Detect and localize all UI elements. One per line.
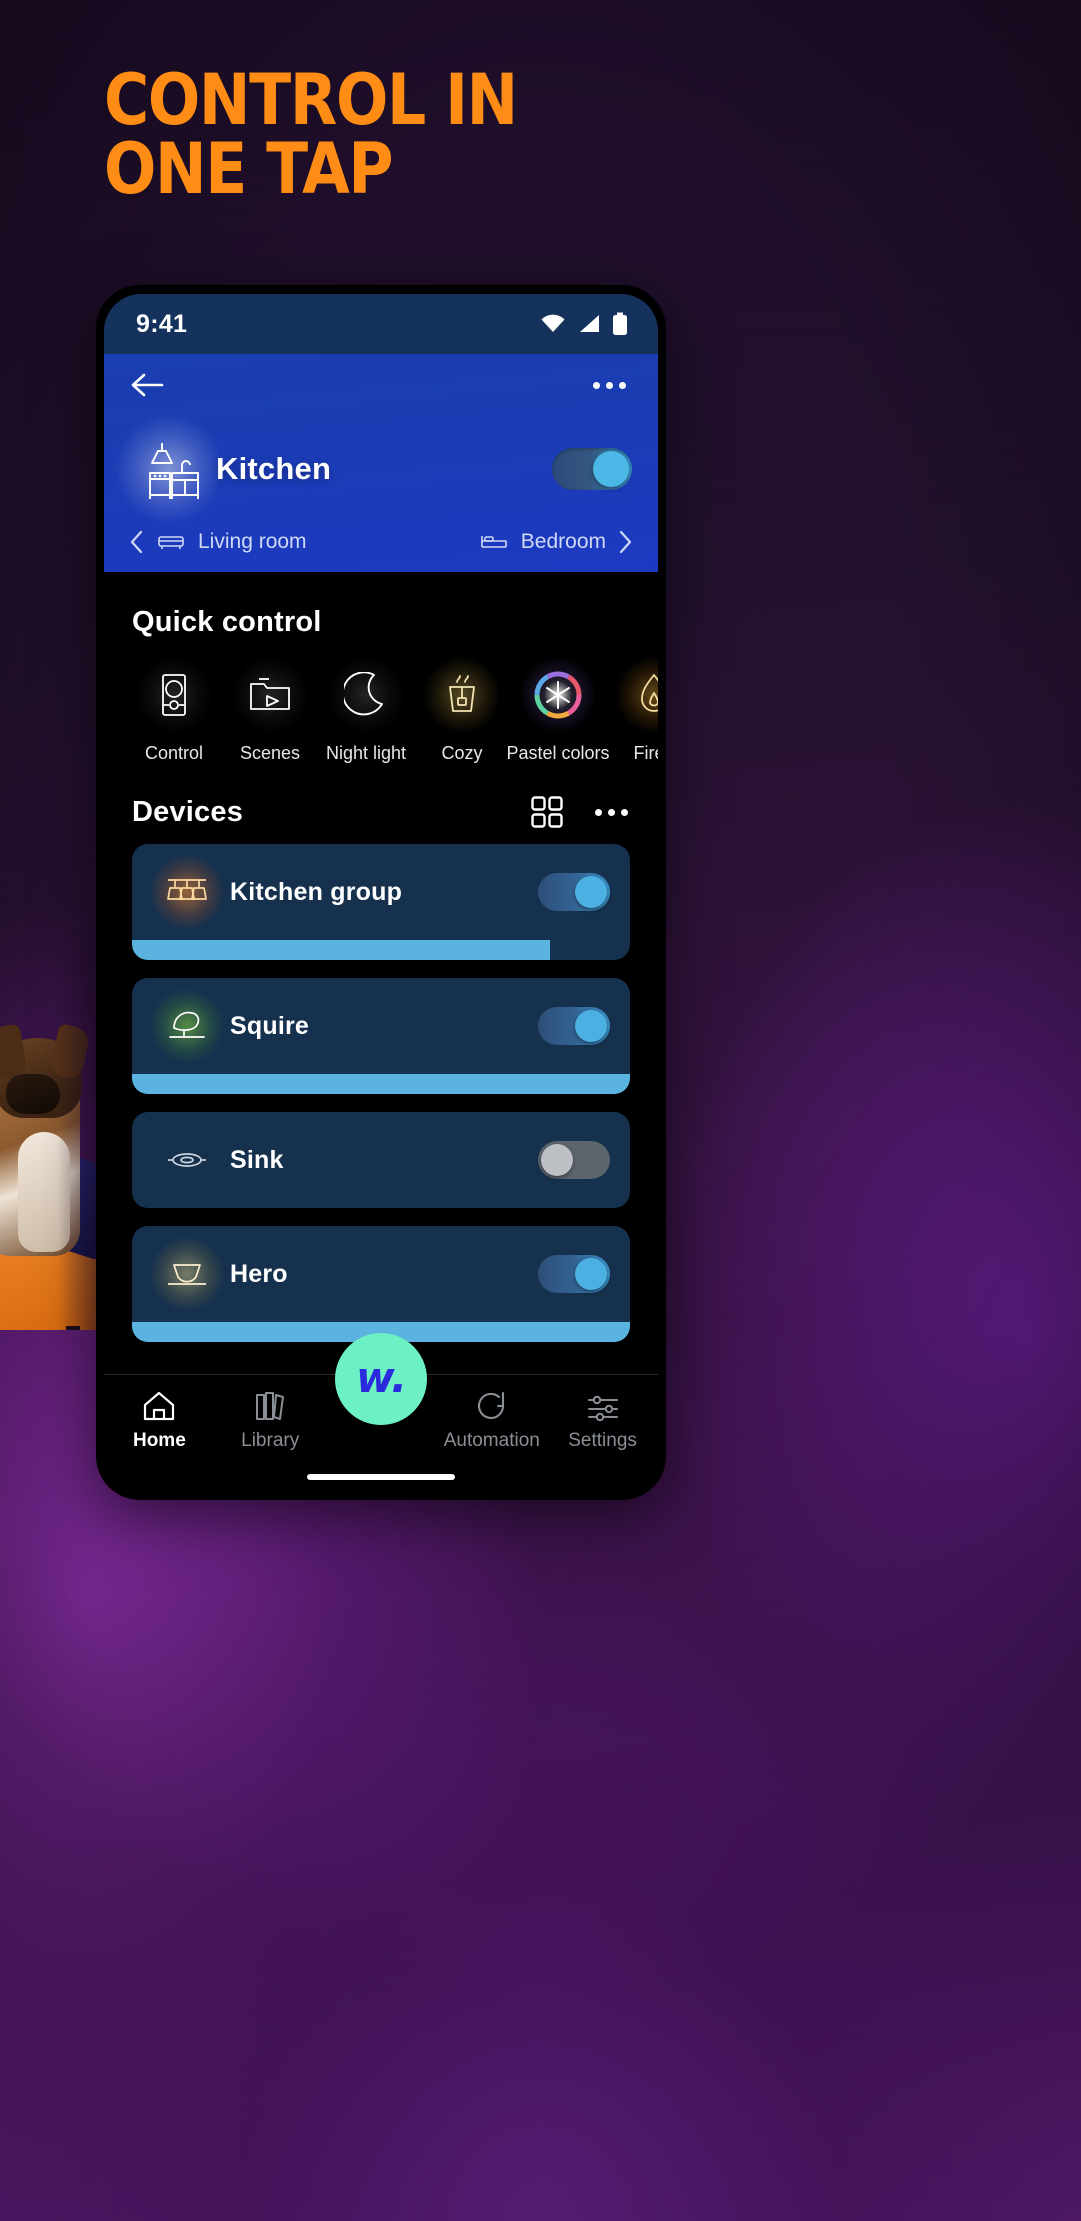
previous-room-label: Living room — [198, 530, 307, 553]
nav-label: Home — [132, 1430, 186, 1451]
quick-item-control[interactable]: Control — [126, 657, 222, 764]
ceiling-light-icon — [150, 1123, 224, 1197]
device-row: Sink — [132, 1112, 630, 1208]
device-row: Hero — [132, 1226, 630, 1322]
kitchen-icon — [114, 414, 224, 524]
wifi-icon — [541, 314, 565, 332]
status-bar-clock: 9:41 — [136, 309, 188, 338]
quick-item-cozy[interactable]: Cozy — [414, 657, 510, 764]
fireplace-icon — [616, 657, 658, 733]
home-indicator — [307, 1474, 455, 1480]
quick-control-list[interactable]: Control Scenes Night light Cozy Pastel c… — [104, 639, 658, 764]
assistant-fab-button[interactable]: w. — [335, 1333, 427, 1425]
toggle-knob — [541, 1144, 573, 1176]
sofa-icon — [158, 536, 184, 549]
quick-item-label: Pastel colors — [506, 743, 610, 763]
device-name: Hero — [230, 1259, 288, 1288]
quick-item-label: Cozy — [441, 743, 483, 763]
device-card-squire[interactable]: Squire — [132, 978, 630, 1094]
devices-title: Devices — [132, 795, 244, 828]
nav-label: Settings — [568, 1430, 637, 1451]
bed-icon — [480, 536, 507, 548]
device-name: Squire — [230, 1011, 309, 1040]
toggle-knob — [575, 876, 607, 908]
device-name: Sink — [230, 1145, 284, 1174]
phone-screen: 9:41 Kitchen Living room Bedroom Quick c… — [104, 294, 658, 1492]
quick-item-pastel-colors[interactable]: Pastel colors — [506, 657, 610, 764]
bottom-navigation: Home Library w. Automation Settings — [104, 1333, 658, 1492]
pendant-lights-icon — [150, 855, 224, 929]
device-row: Kitchen group — [132, 844, 630, 940]
devices-header: Devices — [104, 764, 658, 830]
moon-icon — [328, 657, 404, 733]
scenes-folder-play-icon — [232, 657, 308, 733]
toggle-knob — [575, 1258, 607, 1290]
quick-item-scenes[interactable]: Scenes — [222, 657, 318, 764]
nav-item-library[interactable]: Library — [215, 1389, 325, 1452]
room-navigation: Living room Bedroom — [104, 530, 658, 572]
wall-light-icon — [150, 1237, 224, 1311]
nav-item-automation[interactable]: Automation — [437, 1389, 547, 1452]
brightness-bar[interactable] — [132, 940, 551, 960]
chevron-right-icon — [619, 530, 632, 554]
next-room-label: Bedroom — [520, 530, 606, 553]
fab-logo-label: w. — [355, 1352, 407, 1402]
device-card-sink[interactable]: Sink — [132, 1112, 630, 1208]
quick-control-header: Quick control — [104, 572, 658, 639]
device-toggle[interactable] — [538, 1255, 610, 1293]
brightness-bar[interactable] — [132, 1074, 630, 1094]
nav-label: Automation — [443, 1430, 540, 1451]
device-toggle[interactable] — [538, 873, 610, 911]
header-toolbar — [104, 354, 658, 416]
toggle-knob — [593, 451, 629, 487]
quick-item-label: Scenes — [239, 743, 301, 763]
automation-icon — [477, 1391, 504, 1419]
toggle-knob — [575, 1010, 607, 1042]
settings-sliders-icon — [587, 1395, 618, 1422]
library-icon — [256, 1392, 285, 1420]
signal-icon — [580, 315, 599, 332]
table-lamp-icon — [150, 989, 224, 1063]
quick-item-fireplace[interactable]: Firep — [606, 657, 658, 764]
room-power-toggle[interactable] — [552, 448, 632, 490]
devices-list: Kitchen group Squire Sink Hero — [104, 830, 658, 1342]
device-row: Squire — [132, 978, 630, 1074]
tea-cup-icon — [424, 657, 500, 733]
color-wheel-icon — [520, 657, 596, 733]
devices-actions — [529, 794, 630, 830]
screen-content: Quick control Control Scenes Night light… — [104, 572, 658, 1374]
poster-headline: CONTROL IN ONE TAP — [104, 59, 518, 210]
room-header: Kitchen Living room Bedroom — [104, 354, 658, 572]
battery-icon — [613, 312, 627, 335]
header-more-options-icon[interactable] — [591, 374, 628, 397]
devices-more-options-icon[interactable] — [593, 801, 630, 824]
phone-mockup: 9:41 Kitchen Living room Bedroom Quick c… — [96, 285, 666, 1500]
home-icon — [144, 1391, 175, 1421]
photo-fade-overlay — [0, 930, 105, 1330]
nav-item-home[interactable]: Home — [104, 1389, 214, 1452]
device-name: Kitchen group — [230, 877, 403, 906]
grid-view-icon[interactable] — [529, 794, 565, 830]
nav-item-settings[interactable]: Settings — [548, 1389, 658, 1452]
nav-label: Library — [241, 1430, 300, 1451]
remote-control-icon — [136, 657, 212, 733]
next-room-button[interactable]: Bedroom — [479, 530, 632, 554]
device-toggle[interactable] — [538, 1007, 610, 1045]
room-title-row: Kitchen — [104, 414, 658, 530]
quick-control-title: Quick control — [132, 606, 322, 638]
quick-item-night-light[interactable]: Night light — [318, 657, 414, 764]
device-toggle[interactable] — [538, 1141, 610, 1179]
dog-on-couch-photo — [0, 930, 105, 1330]
device-card-kitchen-group[interactable]: Kitchen group — [132, 844, 630, 960]
previous-room-button[interactable]: Living room — [130, 530, 307, 554]
device-card-hero[interactable]: Hero — [132, 1226, 630, 1342]
status-bar-icons — [540, 312, 628, 336]
quick-item-label: Firep — [633, 743, 658, 763]
quick-item-label: Control — [144, 743, 204, 763]
status-bar: 9:41 — [104, 294, 658, 354]
back-arrow-icon[interactable] — [130, 370, 164, 400]
chevron-left-icon — [130, 530, 143, 554]
quick-item-label: Night light — [325, 743, 407, 763]
room-title: Kitchen — [216, 451, 332, 486]
